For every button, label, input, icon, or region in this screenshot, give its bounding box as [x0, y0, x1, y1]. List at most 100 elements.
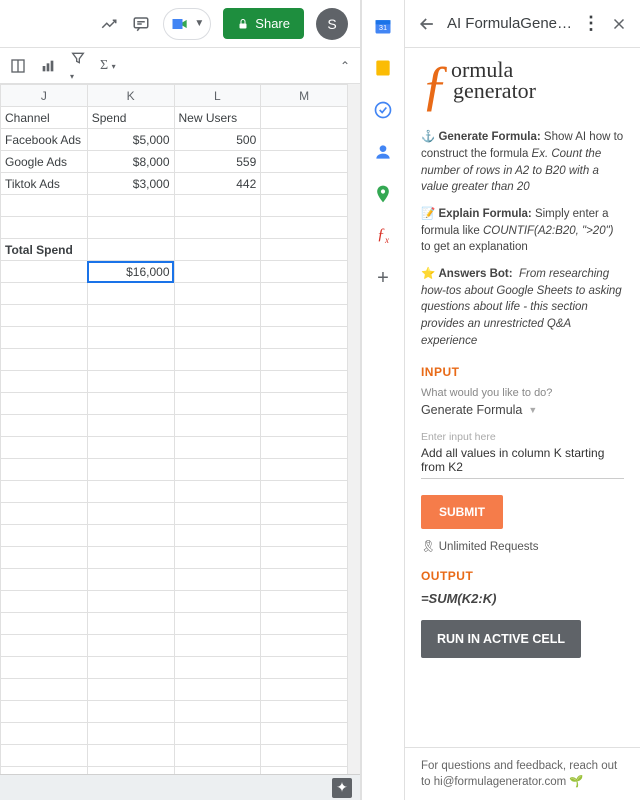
cell[interactable]: [174, 613, 261, 635]
vertical-scrollbar[interactable]: [348, 84, 360, 774]
cell[interactable]: [174, 701, 261, 723]
cell[interactable]: [261, 151, 348, 173]
column-header[interactable]: L: [174, 85, 261, 107]
cell[interactable]: [174, 283, 261, 305]
chart-icon[interactable]: [40, 58, 56, 74]
cell[interactable]: [174, 261, 261, 283]
cell[interactable]: [261, 129, 348, 151]
cell[interactable]: [174, 657, 261, 679]
column-header[interactable]: J: [1, 85, 88, 107]
cell[interactable]: 442: [174, 173, 261, 195]
cell[interactable]: [261, 371, 348, 393]
cell[interactable]: [87, 283, 174, 305]
formula-generator-rail-icon[interactable]: ƒx: [377, 226, 389, 245]
cell[interactable]: [87, 701, 174, 723]
cell[interactable]: [261, 745, 348, 767]
prompt-input[interactable]: Add all values in column K starting from…: [421, 446, 624, 479]
cell[interactable]: [87, 415, 174, 437]
collapse-toolbar-icon[interactable]: ⌃: [340, 59, 350, 73]
cell[interactable]: [1, 305, 88, 327]
cell[interactable]: [1, 613, 88, 635]
back-icon[interactable]: [417, 14, 437, 34]
cell[interactable]: [1, 327, 88, 349]
pivot-icon[interactable]: [10, 58, 26, 74]
cell[interactable]: [1, 591, 88, 613]
cell[interactable]: [261, 415, 348, 437]
cell[interactable]: 500: [174, 129, 261, 151]
cell[interactable]: [261, 481, 348, 503]
cell[interactable]: [1, 195, 88, 217]
cell[interactable]: [87, 349, 174, 371]
cell[interactable]: [261, 217, 348, 239]
cell[interactable]: [261, 349, 348, 371]
submit-button[interactable]: SUBMIT: [421, 495, 503, 529]
cell[interactable]: [87, 239, 174, 261]
cell[interactable]: [261, 525, 348, 547]
cell[interactable]: New Users: [174, 107, 261, 129]
cell[interactable]: [174, 349, 261, 371]
contacts-icon[interactable]: [373, 142, 393, 162]
cell[interactable]: Google Ads: [1, 151, 88, 173]
trend-icon[interactable]: [99, 14, 119, 34]
cell[interactable]: [1, 481, 88, 503]
cell[interactable]: [1, 503, 88, 525]
cell[interactable]: Spend: [87, 107, 174, 129]
sigma-icon[interactable]: Σ ▾: [100, 58, 116, 74]
column-header[interactable]: M: [261, 85, 348, 107]
mode-dropdown[interactable]: Generate Formula ▼: [421, 403, 624, 417]
cell[interactable]: Facebook Ads: [1, 129, 88, 151]
cell[interactable]: [87, 723, 174, 745]
cell[interactable]: [1, 635, 88, 657]
cell[interactable]: [261, 547, 348, 569]
cell[interactable]: [1, 349, 88, 371]
cell[interactable]: [87, 525, 174, 547]
cell[interactable]: [261, 195, 348, 217]
cell[interactable]: [1, 371, 88, 393]
cell[interactable]: [261, 635, 348, 657]
cell[interactable]: [174, 679, 261, 701]
cell[interactable]: [261, 459, 348, 481]
cell[interactable]: [1, 459, 88, 481]
cell[interactable]: [174, 767, 261, 775]
cell[interactable]: [1, 217, 88, 239]
cell[interactable]: [1, 767, 88, 775]
cell[interactable]: [174, 437, 261, 459]
cell[interactable]: [87, 635, 174, 657]
avatar[interactable]: S: [316, 8, 348, 40]
spreadsheet-grid[interactable]: JKLM ChannelSpendNew UsersFacebook Ads$5…: [0, 84, 348, 774]
cell[interactable]: [87, 437, 174, 459]
cell[interactable]: [261, 503, 348, 525]
cell[interactable]: [1, 679, 88, 701]
cell[interactable]: [1, 547, 88, 569]
cell[interactable]: [261, 261, 348, 283]
cell[interactable]: [87, 767, 174, 775]
cell[interactable]: [87, 569, 174, 591]
cell[interactable]: [261, 569, 348, 591]
cell[interactable]: [1, 569, 88, 591]
cell[interactable]: $3,000: [87, 173, 174, 195]
cell[interactable]: [261, 393, 348, 415]
cell[interactable]: [174, 327, 261, 349]
cell[interactable]: [1, 701, 88, 723]
cell[interactable]: [174, 745, 261, 767]
cell[interactable]: [261, 283, 348, 305]
cell[interactable]: $8,000: [87, 151, 174, 173]
cell[interactable]: [1, 437, 88, 459]
maps-icon[interactable]: [373, 184, 393, 204]
cell[interactable]: [1, 283, 88, 305]
cell[interactable]: [174, 415, 261, 437]
filter-icon[interactable]: ▾: [70, 50, 86, 82]
cell[interactable]: [174, 569, 261, 591]
cell[interactable]: [261, 305, 348, 327]
cell[interactable]: [87, 679, 174, 701]
cell[interactable]: [174, 371, 261, 393]
cell[interactable]: [174, 393, 261, 415]
cell[interactable]: [87, 503, 174, 525]
cell[interactable]: [174, 635, 261, 657]
cell[interactable]: [261, 173, 348, 195]
cell[interactable]: [174, 723, 261, 745]
column-header[interactable]: K: [87, 85, 174, 107]
cell[interactable]: [261, 327, 348, 349]
cell[interactable]: [174, 591, 261, 613]
cell[interactable]: [174, 217, 261, 239]
